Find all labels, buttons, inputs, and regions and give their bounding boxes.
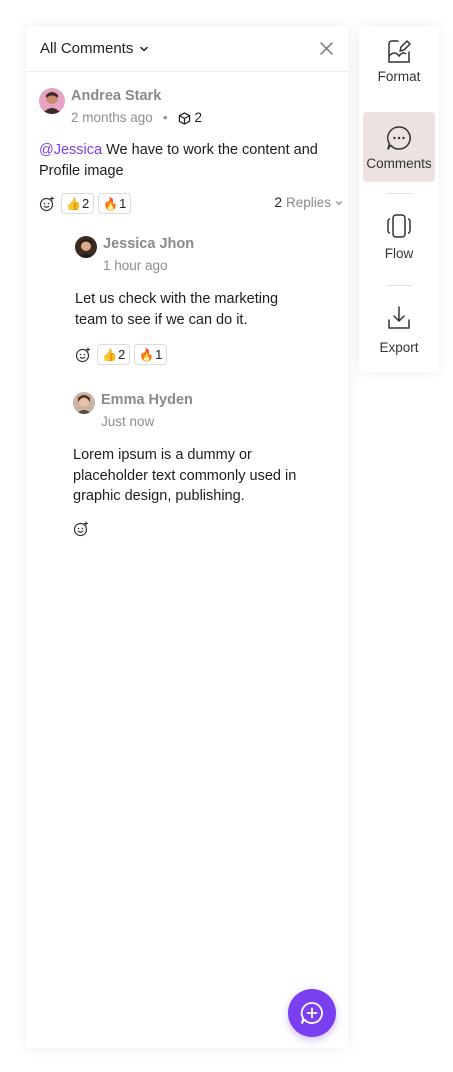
separator-dot: • bbox=[162, 110, 168, 125]
panel-header: All Comments bbox=[26, 26, 348, 72]
linked-objects-count: 2 bbox=[194, 110, 203, 125]
reactions-row: 👍 2 🔥 1 bbox=[75, 344, 325, 365]
add-comment-icon bbox=[300, 1002, 323, 1024]
reply-time: Just now bbox=[101, 414, 155, 429]
add-reaction-icon[interactable] bbox=[73, 521, 89, 537]
add-comment-button[interactable] bbox=[288, 989, 336, 1037]
comment-thread: Andrea Stark 2 months ago • 2 @Jessica W… bbox=[39, 88, 342, 214]
reaction-fire[interactable]: 🔥 1 bbox=[134, 344, 168, 365]
reaction-fire[interactable]: 🔥 1 bbox=[98, 193, 132, 214]
cube-icon bbox=[178, 111, 190, 125]
divider bbox=[386, 285, 412, 286]
replies-count: 2 bbox=[274, 195, 282, 210]
divider bbox=[386, 193, 412, 194]
filter-label: All Comments bbox=[40, 40, 134, 57]
close-icon bbox=[319, 42, 333, 55]
add-reaction-icon[interactable] bbox=[39, 196, 55, 212]
sidebar-item-label: Comments bbox=[366, 155, 432, 171]
linked-objects[interactable]: 2 bbox=[178, 109, 203, 127]
format-icon bbox=[388, 40, 411, 63]
reply-author: Emma Hyden bbox=[101, 392, 193, 408]
export-icon bbox=[388, 306, 410, 329]
reaction-count: 2 bbox=[117, 347, 126, 362]
avatar[interactable] bbox=[75, 236, 97, 258]
reply-author: Jessica Jhon bbox=[103, 236, 195, 252]
comment-time: 2 months ago bbox=[71, 110, 153, 125]
sidebar-item-format[interactable]: Format bbox=[363, 36, 435, 96]
comments-panel: All Comments Andrea Stark 2 months ago •… bbox=[26, 26, 348, 1048]
chevron-down-icon bbox=[140, 46, 149, 51]
reply-text: Lorem ipsum is a dummy or placeholder te… bbox=[73, 447, 297, 504]
comment-text: @Jessica We have to work the content and… bbox=[39, 140, 329, 181]
comments-icon bbox=[386, 125, 411, 150]
comment-author: Andrea Stark bbox=[71, 88, 162, 104]
reply-item: Emma Hyden Just now Lorem ipsum is a dum… bbox=[73, 392, 323, 537]
sidebar-item-label: Export bbox=[379, 340, 419, 355]
avatar[interactable] bbox=[73, 392, 95, 414]
add-reaction-icon[interactable] bbox=[75, 347, 91, 363]
sidebar-item-flow[interactable]: Flow bbox=[363, 212, 435, 276]
fire-icon: 🔥 bbox=[103, 196, 119, 211]
sidebar-item-label: Flow bbox=[384, 246, 414, 261]
mention-link[interactable]: @Jessica bbox=[39, 142, 102, 158]
reactions-row bbox=[73, 521, 323, 537]
reply-author-row: Emma Hyden Just now bbox=[73, 392, 323, 431]
comment-author-row: Andrea Stark 2 months ago • 2 bbox=[39, 88, 339, 127]
reaction-thumbs-up[interactable]: 👍 2 bbox=[97, 344, 131, 365]
flow-icon bbox=[387, 214, 411, 238]
sidebar-item-label: Format bbox=[377, 69, 421, 84]
reaction-count: 1 bbox=[155, 347, 163, 362]
reaction-thumbs-up[interactable]: 👍 2 bbox=[61, 193, 95, 214]
tool-sidebar: Format Comments Flow Export bbox=[359, 26, 439, 372]
comments-filter-dropdown[interactable]: All Comments bbox=[40, 40, 149, 57]
close-button[interactable] bbox=[318, 41, 334, 57]
reaction-count: 2 bbox=[81, 196, 90, 211]
sidebar-item-comments[interactable]: Comments bbox=[363, 112, 435, 182]
sidebar-item-export[interactable]: Export bbox=[363, 304, 435, 368]
reply-time: 1 hour ago bbox=[103, 258, 168, 273]
reply-text: Let us check with the marketing team to … bbox=[75, 291, 279, 328]
thumbs-up-icon: 👍 bbox=[102, 347, 117, 362]
reactions-row: 👍 2 🔥 1 2 Replies bbox=[39, 193, 342, 214]
replies-label: Replies bbox=[285, 195, 331, 210]
avatar[interactable] bbox=[39, 88, 65, 114]
reply-author-row: Jessica Jhon 1 hour ago bbox=[75, 236, 325, 275]
reaction-count: 1 bbox=[119, 196, 127, 211]
fire-icon: 🔥 bbox=[139, 347, 155, 362]
chevron-down-icon bbox=[336, 200, 342, 205]
replies-toggle[interactable]: 2 Replies bbox=[274, 195, 343, 210]
reply-item: Jessica Jhon 1 hour ago Let us check wit… bbox=[75, 236, 325, 365]
thumbs-up-icon: 👍 bbox=[66, 196, 81, 211]
